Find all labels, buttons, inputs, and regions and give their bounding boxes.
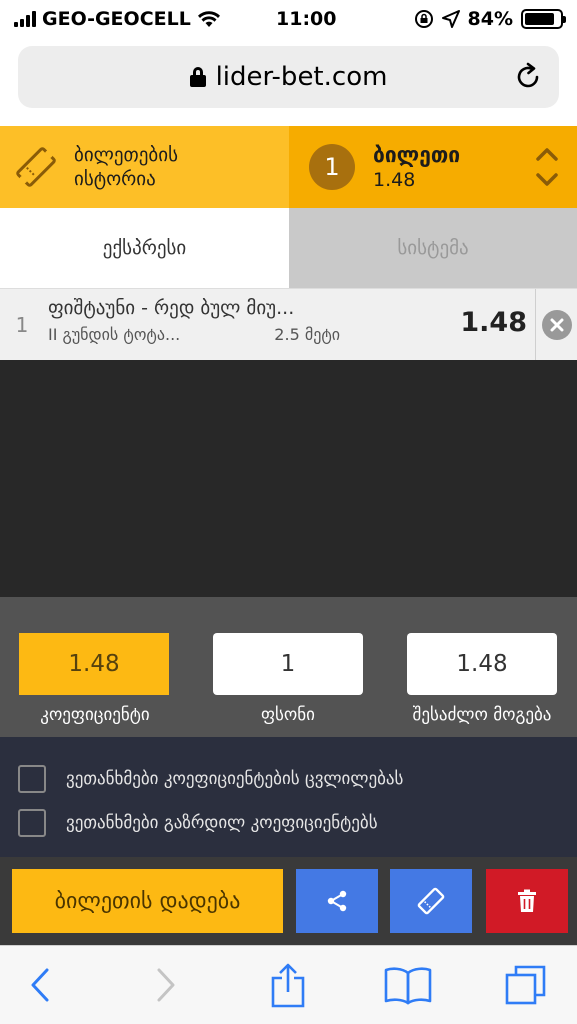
chevron-left-icon — [31, 968, 49, 1002]
ticket-history-button[interactable]: ბილეთების ისტორია — [0, 126, 289, 208]
selection-index: 1 — [15, 313, 29, 337]
selection-odds: 1.48 — [460, 307, 527, 338]
betslip-header: ბილეთების ისტორია 1 ბილეთი 1.48 — [0, 126, 577, 208]
ticket-history-label: ბილეთების ისტორია — [74, 143, 178, 191]
current-ticket-toggle[interactable]: 1 ბილეთი 1.48 — [289, 126, 577, 208]
remove-selection-button[interactable] — [535, 289, 577, 361]
carrier-name: GEO-GEOCELL — [42, 8, 191, 30]
selection-market-line: II გუნდის ტოტა... 2.5 მეტი — [48, 325, 353, 344]
accept-odds-change-label: ვეთანხმები კოეფიციენტების ცვლილებას — [66, 769, 404, 789]
browser-toolbar — [0, 945, 577, 1024]
selection-pick: 2.5 მეტი — [274, 325, 341, 344]
option-accept-increased-odds[interactable]: ვეთანხმები გაზრდილ კოეფიციენტებს — [0, 801, 577, 845]
tab-express[interactable]: ექსპრესი — [0, 208, 289, 288]
share-sheet-icon — [271, 963, 305, 1008]
status-left: GEO-GEOCELL — [14, 8, 254, 30]
accept-odds-change-checkbox[interactable] — [18, 765, 46, 793]
action-bar: ბილეთის დადება — [0, 857, 577, 945]
tab-system[interactable]: სისტემა — [289, 208, 577, 288]
possible-win-display: 1.48 — [407, 633, 557, 695]
trash-icon — [518, 889, 536, 912]
battery-percent: 84% — [467, 8, 513, 30]
battery-icon — [521, 9, 566, 29]
forward-button[interactable] — [140, 960, 192, 1010]
ticket-total-odds: 1.48 — [373, 169, 416, 191]
rotation-lock-icon — [414, 10, 433, 28]
book-icon — [384, 967, 432, 1005]
accept-increased-odds-label: ვეთანხმები გაზრდილ კოეფიციენტებს — [66, 813, 378, 833]
event-name: ფიშტაუნი - რედ ბულ მიუ... — [48, 297, 295, 319]
status-right: 84% — [414, 8, 566, 30]
ticket-copy-button[interactable] — [390, 869, 472, 933]
reload-icon[interactable] — [513, 62, 543, 92]
selection-details: ფიშტაუნი - რედ ბულ მიუ... II გუნდის ტოტა… — [48, 297, 353, 344]
odds-options: ვეთანხმები კოეფიციენტების ცვლილებას ვეთა… — [0, 737, 577, 857]
ticket-title: ბილეთი — [373, 143, 461, 167]
history-label-line1: ბილეთების — [74, 144, 178, 166]
ticket-icon — [16, 147, 56, 187]
market-name: II გუნდის ტოტა... — [48, 325, 181, 344]
back-button[interactable] — [14, 960, 66, 1010]
tabs-button[interactable] — [500, 960, 552, 1010]
coefficient-label: კოეფიციენტი — [40, 705, 150, 725]
coefficient-display: 1.48 — [19, 633, 169, 695]
place-bet-button[interactable]: ბილეთის დადება — [12, 869, 283, 933]
share-button[interactable] — [296, 869, 378, 933]
battery-fill — [525, 13, 554, 25]
stake-label: ფსონი — [261, 705, 315, 725]
address-bar[interactable]: lider-bet.com — [18, 46, 559, 108]
option-accept-odds-change[interactable]: ვეთანხმები კოეფიციენტების ცვლილებას — [0, 757, 577, 801]
share-sheet-button[interactable] — [262, 960, 314, 1010]
tabs-icon — [505, 965, 546, 1005]
stake-input[interactable]: 1 — [213, 633, 363, 695]
delete-ticket-button[interactable] — [486, 869, 568, 933]
wifi-icon — [197, 11, 220, 27]
possible-win-label: შესაძლო მოგება — [412, 705, 552, 725]
bet-type-tabs: ექსპრესი სისტემა — [0, 208, 577, 288]
chevron-right-icon — [157, 968, 175, 1002]
close-icon — [541, 310, 572, 340]
status-time: 11:00 — [276, 8, 337, 30]
ticket-icon — [417, 887, 445, 915]
ticket-summary: ბილეთი 1.48 — [373, 142, 460, 192]
share-icon — [327, 890, 347, 912]
bet-selection-row: 1 ფიშტაუნი - რედ ბულ მიუ... II გუნდის ტო… — [0, 288, 577, 361]
bookmarks-button[interactable] — [382, 960, 434, 1010]
history-label-line2: ისტორია — [74, 168, 156, 190]
ticket-count-badge: 1 — [309, 144, 355, 190]
lock-icon — [189, 67, 206, 87]
expand-collapse-icon[interactable] — [535, 144, 559, 190]
status-bar: GEO-GEOCELL 11:00 84% — [0, 0, 577, 38]
accept-increased-odds-checkbox[interactable] — [18, 809, 46, 837]
empty-area — [0, 360, 577, 597]
location-icon — [441, 10, 460, 28]
browser-chrome: lider-bet.com — [0, 38, 577, 126]
url-text: lider-bet.com — [215, 62, 388, 92]
stake-panel: 1.48 1 1.48 კოეფიციენტი ფსონი შესაძლო მო… — [0, 597, 577, 737]
signal-icon — [14, 11, 36, 27]
